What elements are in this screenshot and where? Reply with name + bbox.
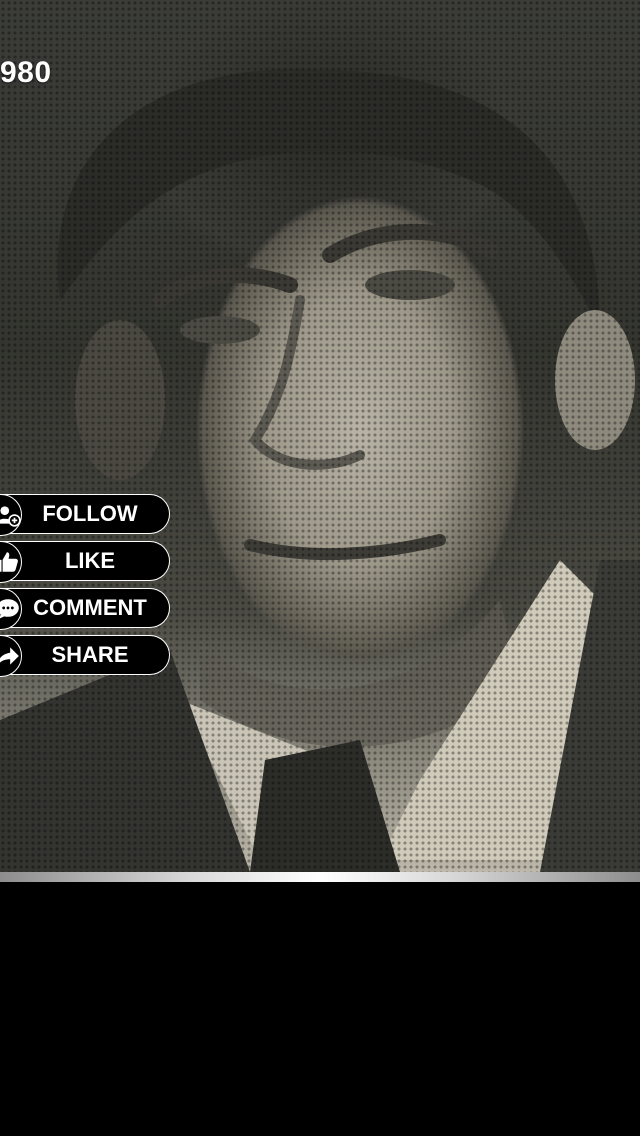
action-buttons: FOLLOW LIKE COMMENT SHARE bbox=[0, 494, 175, 682]
bottom-black-area bbox=[0, 882, 640, 1136]
comment-button[interactable]: COMMENT bbox=[0, 588, 175, 630]
comment-label: COMMENT bbox=[33, 595, 147, 620]
like-button[interactable]: LIKE bbox=[0, 541, 175, 583]
portrait-photo bbox=[0, 69, 640, 872]
video-bottom-divider bbox=[0, 872, 640, 882]
share-label: SHARE bbox=[51, 642, 129, 667]
follow-button[interactable]: FOLLOW bbox=[0, 494, 175, 536]
like-label: LIKE bbox=[64, 548, 116, 573]
share-button[interactable]: SHARE bbox=[0, 635, 175, 677]
video-screen: 980 FOLLOW LIKE COMMENT SHARE bbox=[0, 0, 640, 1136]
video-frame[interactable]: 980 bbox=[0, 0, 640, 872]
overlay-year-text: 980 bbox=[0, 56, 52, 89]
follow-label: FOLLOW bbox=[42, 501, 138, 526]
